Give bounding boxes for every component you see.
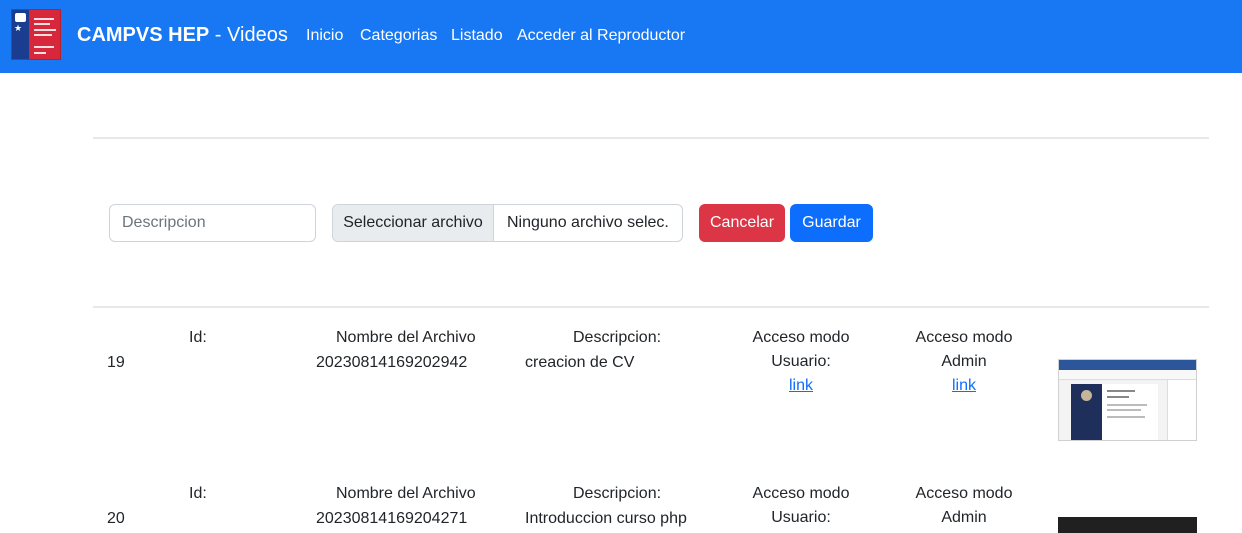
video-thumbnail[interactable]	[1058, 359, 1197, 441]
admin-access-label-2: Admin	[941, 353, 987, 370]
nav-link-listado[interactable]: Listado	[451, 26, 503, 46]
id-label: Id:	[189, 329, 207, 346]
selected-file-name: Ninguno archivo selec.	[507, 214, 669, 231]
row-id: 20	[107, 510, 125, 527]
user-access-label-2: Usuario:	[771, 353, 831, 370]
brand-name: CAMPVS HEP	[77, 24, 210, 46]
admin-access-link[interactable]: link	[944, 374, 984, 398]
select-file-button[interactable]: Seleccionar archivo	[333, 205, 494, 241]
admin-access-label: Acceso modo	[915, 485, 1013, 502]
user-access-label-2: Usuario:	[771, 509, 831, 526]
brand-suffix: - Videos	[209, 24, 288, 46]
admin-access-label-2: Admin	[941, 509, 987, 526]
id-label: Id:	[189, 485, 207, 502]
row-file-name: 20230814169204271	[316, 510, 468, 527]
admin-access-label: Acceso modo	[915, 329, 1013, 346]
save-button[interactable]: Guardar	[790, 204, 873, 242]
file-input[interactable]: Seleccionar archivo Ninguno archivo sele…	[332, 204, 683, 242]
nav-link-categorias[interactable]: Categorias	[360, 26, 437, 46]
cancel-button[interactable]: Cancelar	[699, 204, 785, 242]
divider	[93, 306, 1209, 308]
nav-link-reproductor[interactable]: Acceder al Reproductor	[517, 26, 685, 46]
description-label: Descripcion:	[573, 329, 662, 346]
description-input[interactable]	[109, 204, 316, 242]
navbar: ★ CAMPVS HEP - Videos Inicio Categorias …	[0, 0, 1242, 73]
user-access-label: Acceso modo	[752, 329, 850, 346]
row-id: 19	[107, 354, 125, 371]
video-thumbnail[interactable]	[1058, 517, 1197, 533]
description-label: Descripcion:	[573, 485, 662, 502]
file-name-label: Nombre del Archivo	[336, 485, 476, 502]
row-description: Introduccion curso php	[525, 510, 687, 527]
nav-link-inicio[interactable]: Inicio	[306, 26, 343, 46]
divider	[93, 137, 1209, 139]
user-access-link[interactable]: link	[781, 374, 821, 398]
user-access-label: Acceso modo	[752, 485, 850, 502]
brand-title[interactable]: CAMPVS HEP - Videos	[77, 23, 288, 47]
row-description: creacion de CV	[525, 354, 635, 371]
hospital-logo[interactable]: ★	[11, 9, 61, 60]
file-name-label: Nombre del Archivo	[336, 329, 476, 346]
row-file-name: 20230814169202942	[316, 354, 468, 371]
